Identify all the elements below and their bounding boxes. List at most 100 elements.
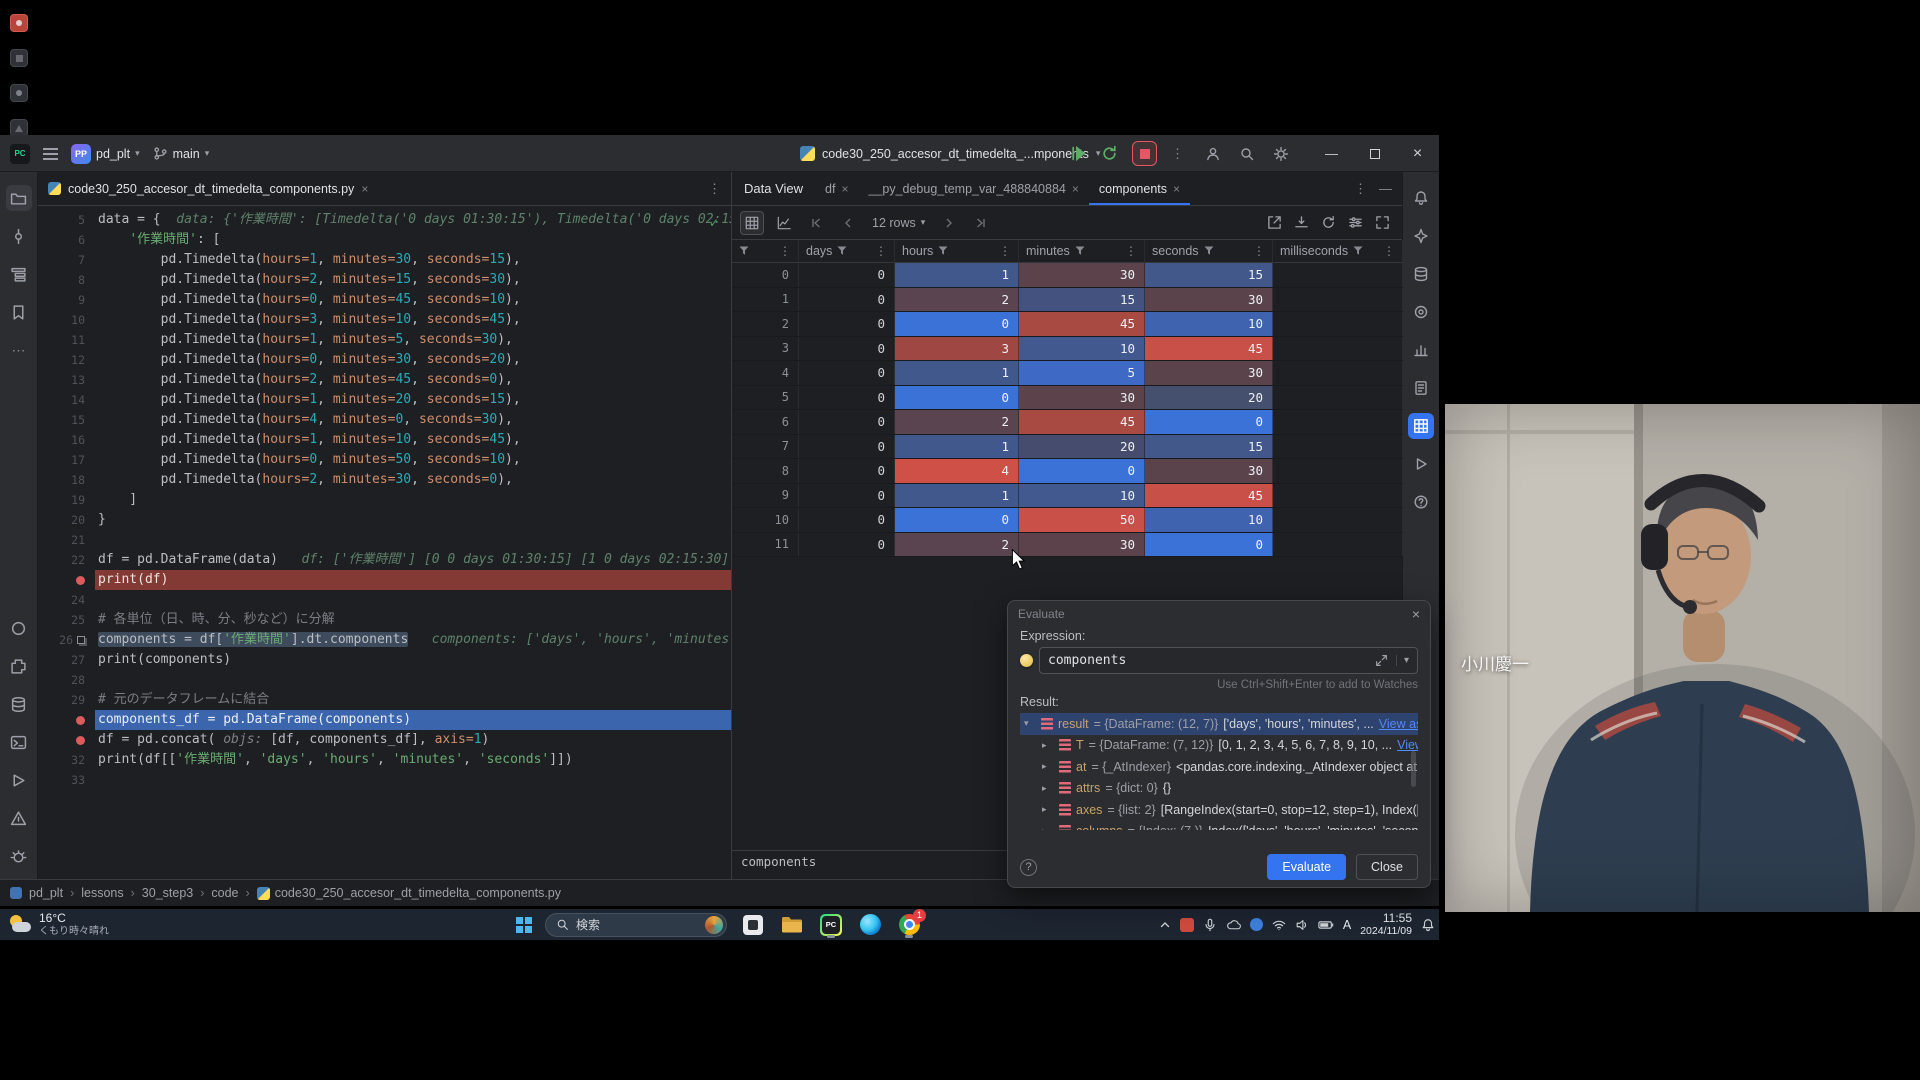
- table-row[interactable]: 1021530: [732, 288, 1402, 313]
- gutter[interactable]: 5: [38, 210, 95, 230]
- table-cell[interactable]: 45: [1019, 410, 1145, 434]
- gutter[interactable]: 22: [38, 550, 95, 570]
- breadcrumb-item[interactable]: lessons: [81, 886, 123, 900]
- table-row[interactable]: 401530: [732, 361, 1402, 386]
- data-view-icon-active[interactable]: [1408, 413, 1434, 439]
- maximize-button[interactable]: [1353, 135, 1396, 172]
- code-line[interactable]: print(df): [38, 570, 731, 590]
- stop-button[interactable]: [1132, 141, 1157, 166]
- table-cell[interactable]: 2: [732, 312, 799, 336]
- rows-count-dropdown[interactable]: 12 rows ▾: [868, 216, 929, 230]
- terminal-tool-icon[interactable]: [6, 729, 32, 755]
- evaluate-tree-row-T[interactable]: ▸T = {DataFrame: (7, 12)} [0, 1, 2, 3, 4…: [1020, 735, 1418, 757]
- filter-icon[interactable]: [739, 246, 749, 256]
- weather-widget[interactable]: 16°C くもり時々晴れ: [8, 909, 109, 940]
- table-cell[interactable]: 10: [1019, 484, 1145, 508]
- table-cell[interactable]: 9: [732, 484, 799, 508]
- code-line[interactable]: 21: [38, 530, 731, 550]
- chart-view-icon[interactable]: [772, 211, 796, 235]
- code-line[interactable]: 28: [38, 670, 731, 690]
- expand-editor-icon[interactable]: [1375, 654, 1388, 667]
- code-line[interactable]: 12 pd.Timedelta(hours=0, minutes=30, sec…: [38, 350, 731, 370]
- view-as-dataframe-link[interactable]: View as DataFrame: [1379, 717, 1418, 731]
- gutter[interactable]: 9: [38, 290, 95, 310]
- filter-icon[interactable]: [1204, 246, 1214, 256]
- code-line[interactable]: 13 pd.Timedelta(hours=2, minutes=45, sec…: [38, 370, 731, 390]
- table-row[interactable]: 1102300: [732, 533, 1402, 558]
- tray-expand-icon[interactable]: [1159, 919, 1171, 931]
- database-tool-icon[interactable]: [6, 691, 32, 717]
- ai-assistant-icon[interactable]: [1408, 223, 1434, 249]
- bookmarks-tool-icon[interactable]: [6, 299, 32, 325]
- table-cell[interactable]: 0: [1145, 533, 1273, 557]
- taskbar-app-edge[interactable]: [857, 912, 883, 938]
- gutter[interactable]: 11: [38, 330, 95, 350]
- commit-tool-icon[interactable]: [6, 223, 32, 249]
- table-cell[interactable]: 0: [799, 459, 895, 483]
- table-cell[interactable]: 1: [895, 361, 1019, 385]
- run-config-widget[interactable]: code30_250_accesor_dt_timedelta_...mpone…: [800, 135, 1100, 172]
- table-cell[interactable]: [1273, 508, 1403, 532]
- table-cell[interactable]: 0: [799, 386, 895, 410]
- onedrive-cloud-icon[interactable]: [1226, 919, 1241, 931]
- table-cell[interactable]: 0: [799, 337, 895, 361]
- table-cell[interactable]: 5: [732, 386, 799, 410]
- table-cell[interactable]: 30: [1019, 533, 1145, 557]
- table-cell[interactable]: 11: [732, 533, 799, 557]
- gutter[interactable]: 26: [38, 630, 95, 650]
- table-cell[interactable]: 1: [732, 288, 799, 312]
- code-line[interactable]: 11 pd.Timedelta(hours=1, minutes=5, seco…: [38, 330, 731, 350]
- table-cell[interactable]: 0: [799, 263, 895, 287]
- table-cell[interactable]: 20: [1019, 435, 1145, 459]
- next-page-icon[interactable]: [937, 211, 961, 235]
- table-cell[interactable]: [1273, 386, 1403, 410]
- table-cell[interactable]: 0: [799, 288, 895, 312]
- export-icon[interactable]: [1294, 215, 1309, 230]
- code-line[interactable]: df = pd.concat( objs: [df, components_df…: [38, 730, 731, 750]
- evaluate-tree-row-result[interactable]: ▾result = {DataFrame: (12, 7)} ['days', …: [1020, 713, 1418, 735]
- code-line[interactable]: 17 pd.Timedelta(hours=0, minutes=50, sec…: [38, 450, 731, 470]
- breakpoint-dot[interactable]: [76, 576, 85, 585]
- table-row[interactable]: 10005010: [732, 508, 1402, 533]
- table-cell[interactable]: 45: [1145, 337, 1273, 361]
- ime-indicator[interactable]: A: [1343, 918, 1351, 932]
- code-line[interactable]: 9 pd.Timedelta(hours=0, minutes=45, seco…: [38, 290, 731, 310]
- chevron-right-icon[interactable]: ▸: [1042, 740, 1054, 751]
- column-menu-icon[interactable]: ⋮: [1383, 244, 1395, 258]
- code-line[interactable]: 32print(df[['作業時間', 'days', 'hours', 'mi…: [38, 750, 731, 770]
- code-line[interactable]: 10 pd.Timedelta(hours=3, minutes=10, sec…: [38, 310, 731, 330]
- column-header-milliseconds[interactable]: milliseconds⋮: [1273, 240, 1403, 263]
- project-tool-icon[interactable]: [6, 185, 32, 211]
- code-line[interactable]: 27print(components): [38, 650, 731, 670]
- code-line[interactable]: 16 pd.Timedelta(hours=1, minutes=10, sec…: [38, 430, 731, 450]
- table-cell[interactable]: 0: [799, 533, 895, 557]
- scrollbar-thumb[interactable]: [1411, 751, 1416, 787]
- code-line[interactable]: 25# 各単位（日、時、分、秒など）に分解: [38, 610, 731, 630]
- filter-icon[interactable]: [1353, 246, 1363, 256]
- close-button[interactable]: ×: [1396, 135, 1439, 172]
- search-highlight-image[interactable]: [705, 916, 723, 934]
- column-header-days[interactable]: days⋮: [799, 240, 895, 263]
- table-cell[interactable]: 0: [895, 312, 1019, 336]
- dialog-close-icon[interactable]: ×: [1412, 606, 1420, 622]
- table-row[interactable]: 5003020: [732, 386, 1402, 411]
- table-cell[interactable]: 10: [1145, 508, 1273, 532]
- problems-tool-icon[interactable]: [6, 805, 32, 831]
- gutter[interactable]: [38, 730, 95, 750]
- database-icon[interactable]: [1408, 261, 1434, 287]
- gutter[interactable]: [38, 710, 95, 730]
- evaluate-tree-row-attrs[interactable]: ▸attrs = {dict: 0} {}: [1020, 778, 1418, 800]
- code-line[interactable]: 8 pd.Timedelta(hours=2, minutes=15, seco…: [38, 270, 731, 290]
- code-line[interactable]: 5data = { data: {'作業時間': [Timedelta('0 d…: [38, 210, 731, 230]
- table-cell[interactable]: 15: [1145, 435, 1273, 459]
- code-line[interactable]: 7 pd.Timedelta(hours=1, minutes=30, seco…: [38, 250, 731, 270]
- gutter[interactable]: 33: [38, 770, 95, 790]
- table-cell[interactable]: 45: [1145, 484, 1273, 508]
- code-line[interactable]: 29# 元のデータフレームに結合: [38, 690, 731, 710]
- editor-tab[interactable]: code30_250_accesor_dt_timedelta_componen…: [48, 172, 368, 205]
- mic-icon[interactable]: [1203, 918, 1217, 932]
- gutter[interactable]: 28: [38, 670, 95, 690]
- view-as-dataframe-link[interactable]: View as DataFrame: [1397, 738, 1418, 752]
- more-actions-icon[interactable]: ⋮: [1171, 146, 1184, 162]
- table-cell[interactable]: [1273, 312, 1403, 336]
